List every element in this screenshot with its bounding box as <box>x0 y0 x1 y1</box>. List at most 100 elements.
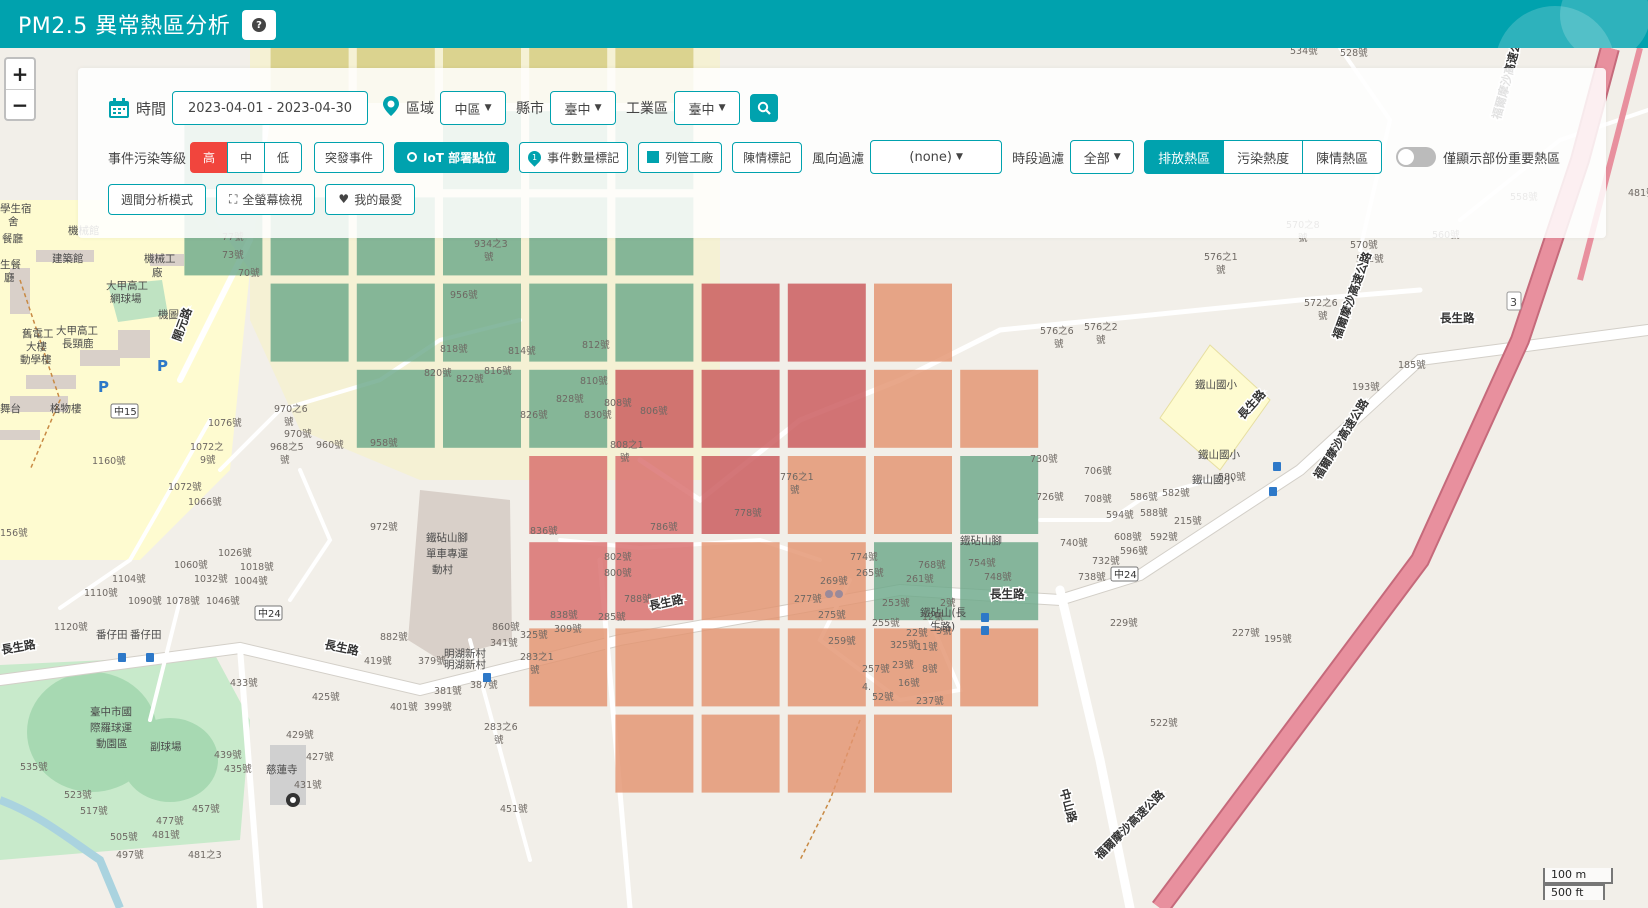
house-number: 號 <box>530 664 540 676</box>
period-label: 時段過濾 <box>1012 151 1065 167</box>
house-number: 820號 <box>424 367 452 379</box>
heat-cell[interactable] <box>356 369 435 448</box>
listed-factory-button[interactable]: 列管工廠 <box>638 141 723 173</box>
house-number: 860號 <box>492 621 520 633</box>
house-number: 1046號 <box>206 595 240 607</box>
period-select[interactable]: 全部 ▼ <box>1070 140 1135 174</box>
zoom-in-button[interactable]: + <box>6 59 34 89</box>
place-label: 舞台 <box>0 402 21 415</box>
wind-select[interactable]: (none) ▼ <box>870 140 1003 174</box>
event-count-button[interactable]: 1 事件數量標記 <box>519 141 629 173</box>
heat-cell[interactable] <box>529 542 608 621</box>
house-number: 號 <box>280 454 290 466</box>
heat-cell[interactable] <box>960 456 1039 534</box>
sudden-event-button[interactable]: 突發事件 <box>314 141 385 173</box>
house-number: 882號 <box>380 631 408 643</box>
house-number: 379號 <box>418 655 446 667</box>
tab-emission-heat[interactable]: 排放熱區 <box>1144 140 1225 174</box>
house-number: 1060號 <box>174 559 208 571</box>
county-select[interactable]: 臺中 ▼ <box>550 91 617 125</box>
tab-pollution-heat[interactable]: 污染熱度 <box>1223 140 1304 174</box>
place-label: 網球場 <box>110 292 142 305</box>
pollution-level-label: 事件污染等級 <box>108 151 187 167</box>
house-number: 309號 <box>554 623 582 635</box>
place-label: 大樓 <box>26 340 47 353</box>
county-value: 臺中 <box>564 102 591 118</box>
house-number: 265號 <box>856 567 884 579</box>
heat-cell[interactable] <box>787 283 866 362</box>
route-badge-label: 中15 <box>114 405 137 418</box>
heat-cell[interactable] <box>270 283 349 362</box>
house-number: 325號 <box>890 639 918 651</box>
question-circle-icon: ? <box>252 18 266 32</box>
search-button[interactable] <box>750 94 779 122</box>
heat-cell[interactable] <box>960 628 1039 707</box>
heat-cell[interactable] <box>701 283 780 362</box>
heat-cell[interactable] <box>615 283 694 362</box>
help-button[interactable]: ? <box>242 10 276 40</box>
heat-cell[interactable] <box>701 542 780 621</box>
level-low-button[interactable]: 低 <box>264 141 303 173</box>
fullscreen-button[interactable]: ⛶ 全螢幕檢視 <box>216 183 316 215</box>
house-number: 259號 <box>828 635 856 647</box>
house-number: 768號 <box>918 559 946 571</box>
heat-cell[interactable] <box>874 369 952 448</box>
district-select[interactable]: 中區 ▼ <box>440 91 507 125</box>
level-mid-button[interactable]: 中 <box>227 141 266 173</box>
heat-cell[interactable] <box>874 283 952 362</box>
house-number: 812號 <box>582 339 610 351</box>
place-label: 生餐 <box>0 258 21 271</box>
tab-complaint-heat[interactable]: 陳情熱區 <box>1302 140 1383 174</box>
iot-points-label: IoT 部署點位 <box>423 150 497 165</box>
house-number: 808號 <box>604 397 632 409</box>
house-number: 1110號 <box>84 587 118 599</box>
temple-icon-center <box>290 797 296 803</box>
iot-points-button[interactable]: IoT 部署點位 <box>394 141 510 173</box>
house-number: 836號 <box>530 525 558 537</box>
zoom-out-button[interactable]: − <box>6 89 34 119</box>
route-shield-number: 3 <box>1510 296 1517 309</box>
house-number: 594號 <box>1106 509 1134 521</box>
place-label: 明湖新村 <box>444 658 486 671</box>
heat-cell[interactable] <box>615 714 694 793</box>
heat-cell[interactable] <box>701 369 780 448</box>
heat-cell[interactable] <box>874 456 952 534</box>
house-number: 497號 <box>116 849 144 861</box>
route-badge-label: 中24 <box>1114 568 1137 581</box>
house-number: 193號 <box>1352 381 1380 393</box>
circle-icon <box>407 152 418 162</box>
house-number: 185號 <box>1398 359 1426 371</box>
heat-cell[interactable] <box>787 714 866 793</box>
heat-cell[interactable] <box>529 456 608 534</box>
important-only-toggle[interactable] <box>1396 147 1437 167</box>
filter-panel: 時間 2023-04-01 - 2023-04-30 區域 中區 ▼ 縣市 臺中 ▼… <box>78 68 1606 238</box>
complaint-marker-button[interactable]: 陳情標記 <box>732 141 803 173</box>
heat-cell[interactable] <box>701 456 780 534</box>
level-high-button[interactable]: 高 <box>190 141 229 173</box>
house-number: 608號 <box>1114 531 1142 543</box>
house-number: 1066號 <box>188 496 222 508</box>
industrial-select[interactable]: 臺中 ▼ <box>674 91 741 125</box>
house-number: 429號 <box>286 729 314 741</box>
place-label: 舍 <box>8 215 19 228</box>
heat-cell[interactable] <box>960 369 1039 448</box>
heat-cell[interactable] <box>356 283 435 362</box>
heat-cell[interactable] <box>701 628 780 707</box>
heat-cell[interactable] <box>615 628 694 707</box>
heat-cell[interactable] <box>701 714 780 793</box>
house-number: 956號 <box>450 289 478 301</box>
house-number: 237號 <box>916 695 944 707</box>
date-range-picker[interactable]: 2023-04-01 - 2023-04-30 <box>172 91 369 125</box>
caret-down-icon: ▼ <box>594 103 602 113</box>
weekly-mode-button[interactable]: 週間分析模式 <box>108 183 206 215</box>
house-number: 774號 <box>850 551 878 563</box>
house-number: 號 <box>620 452 630 464</box>
favorites-button[interactable]: ♥ 我的最愛 <box>325 183 416 215</box>
heat-cell[interactable] <box>787 369 866 448</box>
house-number: 1160號 <box>92 455 126 467</box>
house-number: 156號 <box>0 527 28 539</box>
house-number: 806號 <box>640 405 668 417</box>
place-label: 廠 <box>152 266 163 279</box>
heat-cell[interactable] <box>874 714 952 793</box>
house-number: 481號 <box>152 829 180 841</box>
